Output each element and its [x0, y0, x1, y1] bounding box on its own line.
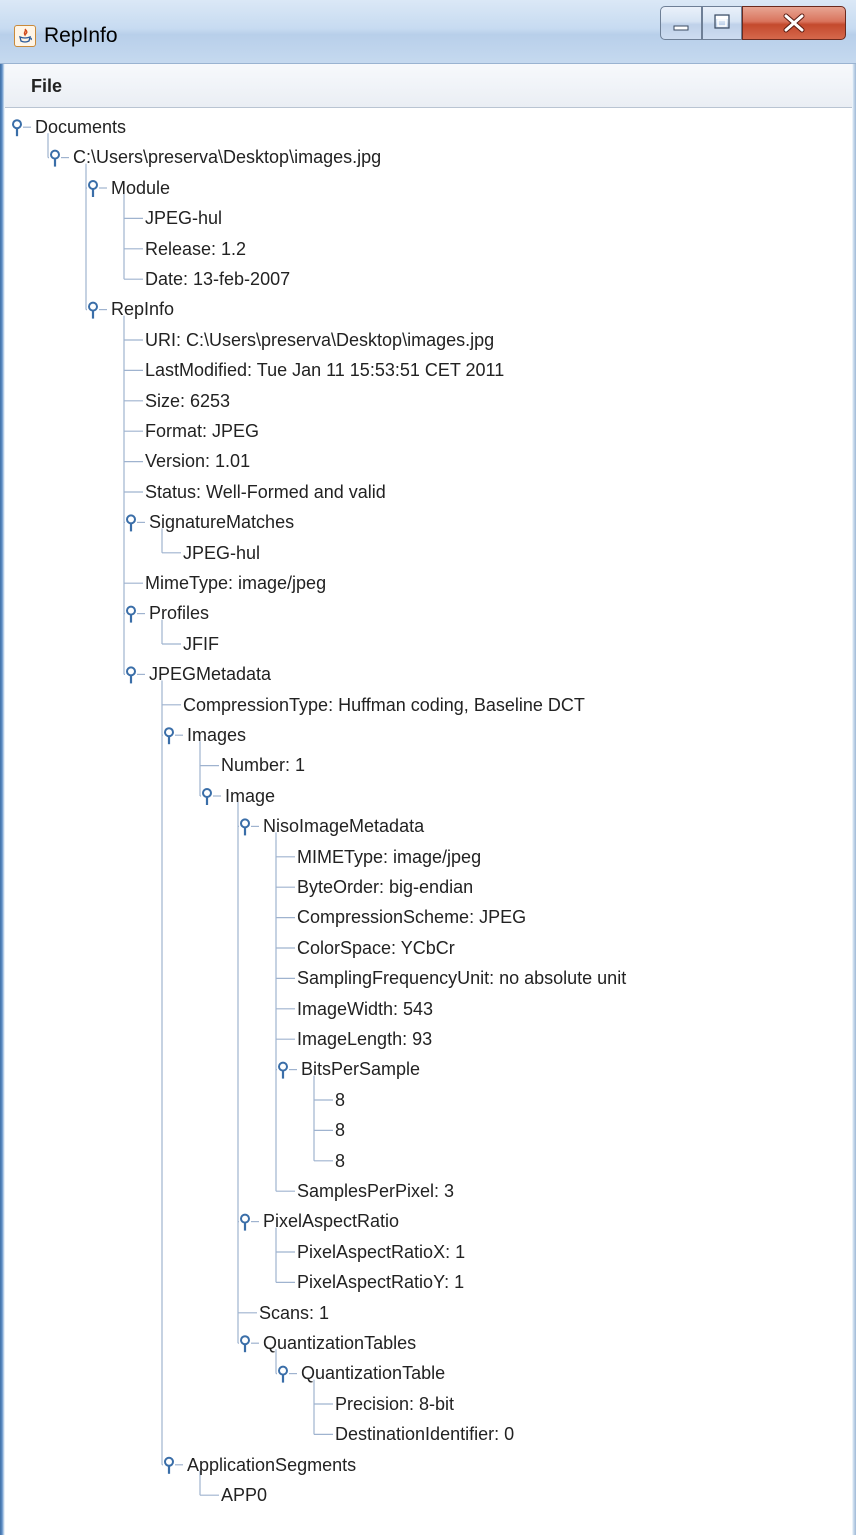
tree-leaf-node[interactable]: JPEG-hul	[183, 538, 260, 568]
tree-leaf-node[interactable]: 8	[335, 1085, 345, 1115]
tree-leaf-node[interactable]: 8	[335, 1146, 345, 1176]
tree-leaf-node[interactable]: ImageWidth: 543	[297, 994, 433, 1024]
tree-leaf-node[interactable]: PixelAspectRatioX: 1	[297, 1237, 465, 1267]
expand-handle-icon[interactable]	[126, 514, 145, 532]
tree-leaf-node[interactable]: CompressionType: Huffman coding, Baselin…	[183, 690, 585, 720]
window-title: RepInfo	[44, 24, 118, 47]
tree-leaf-node[interactable]: Number: 1	[221, 750, 305, 780]
expand-handle-icon[interactable]	[126, 666, 145, 684]
tree-folder-node[interactable]: RepInfo	[111, 294, 174, 324]
tree-leaf-node[interactable]: Precision: 8-bit	[335, 1389, 454, 1419]
repinfo-tree[interactable]: Documents C:\Users\preserva\Desktop\image…	[5, 108, 852, 1535]
tree-leaf-node[interactable]: Size: 6253	[145, 386, 230, 416]
minimize-button[interactable]	[660, 6, 702, 40]
menu-bar: File	[5, 64, 852, 108]
expand-handle-icon[interactable]	[126, 605, 145, 623]
minimize-icon	[673, 25, 689, 31]
tree-leaf-node[interactable]: JPEG-hul	[145, 203, 222, 233]
maximize-icon	[714, 14, 730, 29]
tree-leaf-node[interactable]: MIMEType: image/jpeg	[297, 842, 481, 872]
window-right-border	[852, 0, 856, 1535]
expand-handle-icon[interactable]	[88, 301, 107, 319]
repinfo-window: RepInfo File Documents C:\Users\preserva\…	[0, 0, 856, 1535]
tree-leaf-node[interactable]: ColorSpace: YCbCr	[297, 933, 455, 963]
title-bar[interactable]: RepInfo	[0, 0, 856, 64]
tree-leaf-node[interactable]: PixelAspectRatioY: 1	[297, 1267, 464, 1297]
tree-folder-node[interactable]: ApplicationSegments	[187, 1450, 356, 1480]
expand-handle-icon[interactable]	[240, 1335, 259, 1353]
tree-folder-node[interactable]: QuantizationTables	[263, 1328, 416, 1358]
close-icon	[783, 13, 805, 33]
tree-leaf-node[interactable]: APP0	[221, 1480, 267, 1510]
tree-folder-node[interactable]: C:\Users\preserva\Desktop\images.jpg	[73, 142, 381, 172]
tree-leaf-node[interactable]: ByteOrder: big-endian	[297, 872, 473, 902]
tree-leaf-node[interactable]: Format: JPEG	[145, 416, 259, 446]
tree-folder-node[interactable]: BitsPerSample	[301, 1054, 420, 1084]
tree-folder-node[interactable]: Image	[225, 781, 275, 811]
expand-handle-icon[interactable]	[278, 1365, 297, 1383]
tree-leaf-node[interactable]: SamplesPerPixel: 3	[297, 1176, 454, 1206]
tree-folder-node[interactable]: Images	[187, 720, 246, 750]
expand-handle-icon[interactable]	[50, 149, 69, 167]
tree-leaf-node[interactable]: Date: 13-feb-2007	[145, 264, 290, 294]
tree-folder-node[interactable]: JPEGMetadata	[149, 659, 271, 689]
expand-handle-icon[interactable]	[202, 788, 221, 805]
tree-leaf-node[interactable]: Version: 1.01	[145, 446, 250, 476]
tree-folder-node[interactable]: SignatureMatches	[149, 507, 294, 537]
tree-folder-node[interactable]: Profiles	[149, 598, 209, 628]
expand-handle-icon[interactable]	[12, 119, 31, 137]
tree-leaf-node[interactable]: MimeType: image/jpeg	[145, 568, 326, 598]
java-app-icon[interactable]	[14, 25, 36, 47]
expand-handle-icon[interactable]	[88, 180, 107, 197]
tree-folder-node[interactable]: QuantizationTable	[301, 1358, 445, 1388]
tree-leaf-node[interactable]: JFIF	[183, 629, 219, 659]
tree-leaf-node[interactable]: Release: 1.2	[145, 234, 246, 264]
close-button[interactable]	[742, 6, 846, 40]
tree-leaf-node[interactable]: LastModified: Tue Jan 11 15:53:51 CET 20…	[145, 355, 504, 385]
tree-leaf-node[interactable]: ImageLength: 93	[297, 1024, 432, 1054]
expand-handle-icon[interactable]	[278, 1061, 297, 1079]
tree-folder-node[interactable]: Module	[111, 173, 170, 203]
tree-leaf-node[interactable]: DestinationIdentifier: 0	[335, 1419, 514, 1449]
expand-handle-icon[interactable]	[164, 1456, 183, 1474]
tree-folder-node[interactable]: Documents	[35, 112, 126, 142]
tree-leaf-node[interactable]: SamplingFrequencyUnit: no absolute unit	[297, 963, 626, 993]
expand-handle-icon[interactable]	[240, 1213, 259, 1231]
tree-folder-node[interactable]: NisoImageMetadata	[263, 811, 424, 841]
tree-leaf-node[interactable]: Status: Well-Formed and valid	[145, 477, 386, 507]
tree-leaf-node[interactable]: Scans: 1	[259, 1298, 329, 1328]
tree-leaf-node[interactable]: 8	[335, 1115, 345, 1145]
menu-file[interactable]: File	[31, 76, 62, 97]
tree-folder-node[interactable]: PixelAspectRatio	[263, 1206, 399, 1236]
maximize-button[interactable]	[702, 6, 742, 40]
tree-leaf-node[interactable]: URI: C:\Users\preserva\Desktop\images.jp…	[145, 325, 494, 355]
tree-leaf-node[interactable]: CompressionScheme: JPEG	[297, 902, 526, 932]
expand-handle-icon[interactable]	[240, 818, 259, 836]
expand-handle-icon[interactable]	[164, 727, 183, 745]
